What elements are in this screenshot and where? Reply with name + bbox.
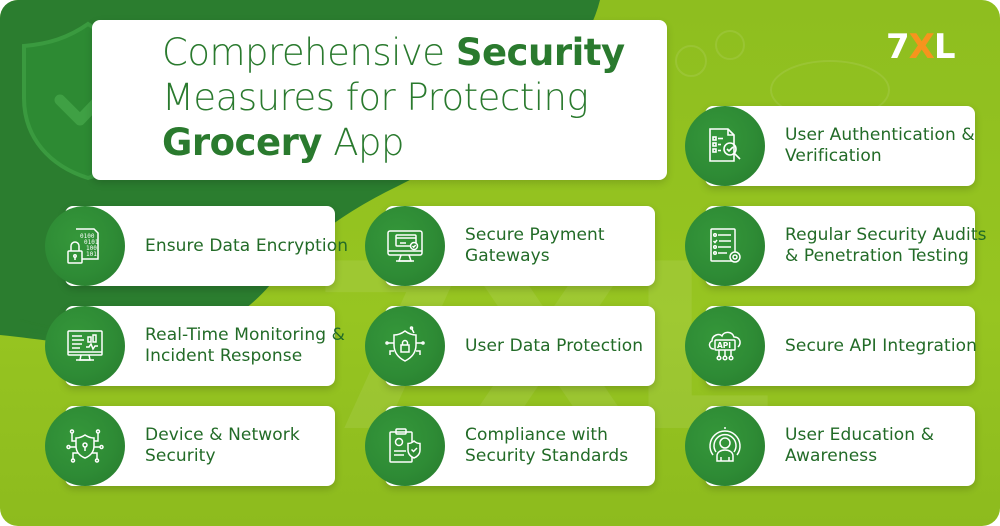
icon-circle: API: [685, 306, 765, 386]
icon-circle: [685, 106, 765, 186]
icon-circle: [365, 206, 445, 286]
measure-card-security-audits: Regular Security Audits & Penetration Te…: [685, 206, 986, 286]
measure-card-user-education: User Education & Awareness: [685, 406, 975, 486]
measure-label: User Education & Awareness: [785, 425, 935, 466]
icon-circle: 0100 0101 100 101: [45, 206, 125, 286]
logo-accent: X: [908, 27, 935, 67]
measure-label: Compliance with Security Standards: [465, 425, 629, 466]
measure-label: Ensure Data Encryption: [145, 235, 349, 256]
binary-lock-icon: 0100 0101 100 101: [67, 228, 99, 264]
icon-circle: [365, 306, 445, 386]
measure-card-data-encryption: 0100 0101 100 101 Ensure Data Encryption: [45, 206, 348, 286]
logo-text: L: [933, 27, 956, 67]
measure-card-user-authentication: User Authentication & Verification: [685, 106, 975, 186]
icon-circle: [685, 406, 765, 486]
measure-card-device-network-security: Device & Network Security: [45, 406, 335, 486]
svg-text:API: API: [717, 341, 731, 350]
shield-lock-circuit-icon: [385, 326, 425, 362]
decorative-doodle: [715, 30, 745, 60]
measure-card-payment-gateways: Secure Payment Gateways: [365, 206, 655, 286]
decorative-doodle: [675, 45, 707, 77]
infographic-canvas: 7XL Comprehensive Security Measures for …: [0, 0, 1000, 526]
title-text: Measures for Protecting: [162, 76, 589, 119]
page-title: Comprehensive Security Measures for Prot…: [162, 30, 662, 165]
monitor-chart-icon: [67, 330, 103, 361]
measure-card-realtime-monitoring: Real-Time Monitoring & Incident Response: [45, 306, 345, 386]
icon-circle: [45, 406, 125, 486]
checklist-gear-icon: [710, 228, 741, 263]
cloud-api-icon: API: [708, 331, 741, 361]
measure-label: Regular Security Audits & Penetration Te…: [785, 225, 987, 266]
measure-label: Real-Time Monitoring & Incident Response: [145, 325, 345, 366]
measure-label: User Data Protection: [465, 335, 644, 356]
title-text-bold: Grocery: [162, 121, 322, 164]
title-text: Comprehensive: [162, 31, 456, 74]
icon-circle: [45, 306, 125, 386]
measure-card-user-data-protection: User Data Protection: [365, 306, 655, 386]
user-broadcast-icon: [709, 427, 741, 462]
measure-card-api-integration: API Secure API Integration: [685, 306, 977, 386]
measure-label: Device & Network Security: [145, 425, 300, 466]
icon-circle: [365, 406, 445, 486]
shield-keyhole-network-icon: [66, 429, 104, 463]
document-search-check-icon: [709, 128, 741, 162]
brand-logo: 7XL: [886, 27, 956, 67]
monitor-card-icon: [387, 230, 423, 262]
measure-label: Secure Payment Gateways: [465, 225, 605, 266]
measure-label: Secure API Integration: [785, 335, 978, 356]
title-text: App: [321, 121, 404, 164]
icon-circle: [685, 206, 765, 286]
logo-text: 7: [886, 27, 910, 67]
measure-label: User Authentication & Verification: [785, 125, 975, 166]
clipboard-shield-icon: [389, 428, 421, 463]
title-text-bold: Security: [455, 31, 625, 74]
svg-text:101: 101: [86, 251, 97, 258]
measure-card-compliance: Compliance with Security Standards: [365, 406, 655, 486]
